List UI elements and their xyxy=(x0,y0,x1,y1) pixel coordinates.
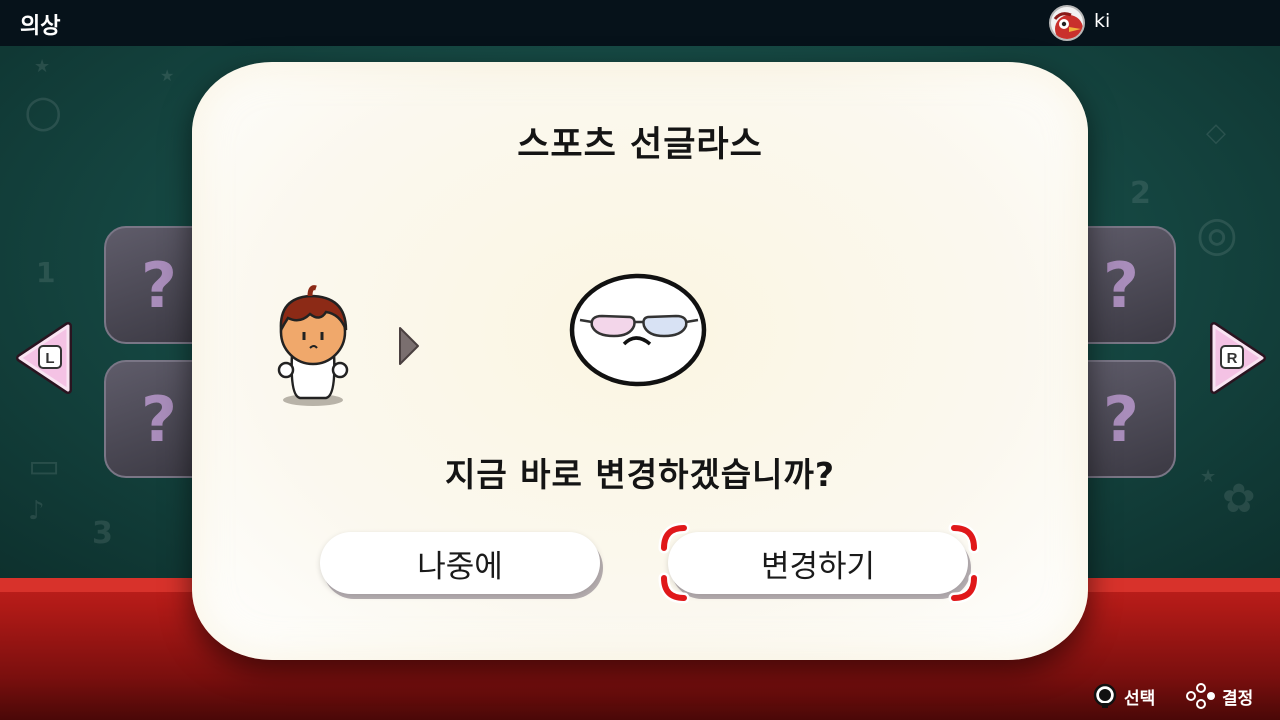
right-shoulder-label: R xyxy=(1227,350,1238,367)
top-bar: 의상 ki xyxy=(0,0,1280,46)
screen-title: 의상 xyxy=(20,14,61,39)
unknown-item-mark: ? xyxy=(1103,382,1139,456)
character-avatar xyxy=(277,285,349,406)
user-name: ki xyxy=(1094,10,1111,32)
confirm-question: 지금 바로 변경하겠습니까? xyxy=(444,455,836,494)
later-button[interactable]: 나중에 xyxy=(320,532,600,594)
doodle-flower-icon: ✿ xyxy=(1222,476,1256,522)
stick-icon xyxy=(1093,683,1117,708)
doodle-circle-icon: ◎ xyxy=(1196,206,1238,262)
user-avatar[interactable] xyxy=(1049,5,1085,41)
doodle-star-icon: ★ xyxy=(34,56,51,77)
doodle-cube-icon: ◇ xyxy=(1206,118,1226,148)
doodle-star-icon: ★ xyxy=(1200,466,1217,487)
unknown-item-mark: ? xyxy=(141,248,177,322)
select-hint: 선택 xyxy=(1092,683,1155,709)
doodle-circle-icon: ○ xyxy=(24,86,63,137)
select-label: 선택 xyxy=(1124,688,1156,709)
previous-page-button[interactable]: L xyxy=(12,320,76,396)
confirm-hint: 결정 xyxy=(1186,683,1253,709)
face-buttons-icon xyxy=(1186,683,1215,709)
left-shoulder-label: L xyxy=(45,350,54,367)
unknown-item-mark: ? xyxy=(141,382,177,456)
selection-cursor-icon xyxy=(658,522,980,604)
item-name-title: 스포츠 선글라스 xyxy=(517,125,763,165)
doodle-number-3: 3 xyxy=(92,516,113,551)
confirm-dialog: 스포츠 선글라스 지금 바로 변경하겠습니까? 나중에 변경하기 xyxy=(192,62,1088,660)
doodle-music-note-icon: ♪ xyxy=(28,496,45,526)
doodle-number-2: 2 xyxy=(1130,176,1151,211)
doodle-number-1: 1 xyxy=(36,256,56,289)
next-page-button[interactable]: R xyxy=(1206,320,1270,396)
confirm-label: 결정 xyxy=(1222,688,1254,709)
doodle-star-icon: ★ xyxy=(160,66,175,85)
play-arrow-icon xyxy=(399,327,419,365)
unknown-item-mark: ? xyxy=(1103,248,1139,322)
sunglasses-preview-icon xyxy=(569,273,707,387)
doodle-train-icon: ▭ xyxy=(28,446,61,486)
